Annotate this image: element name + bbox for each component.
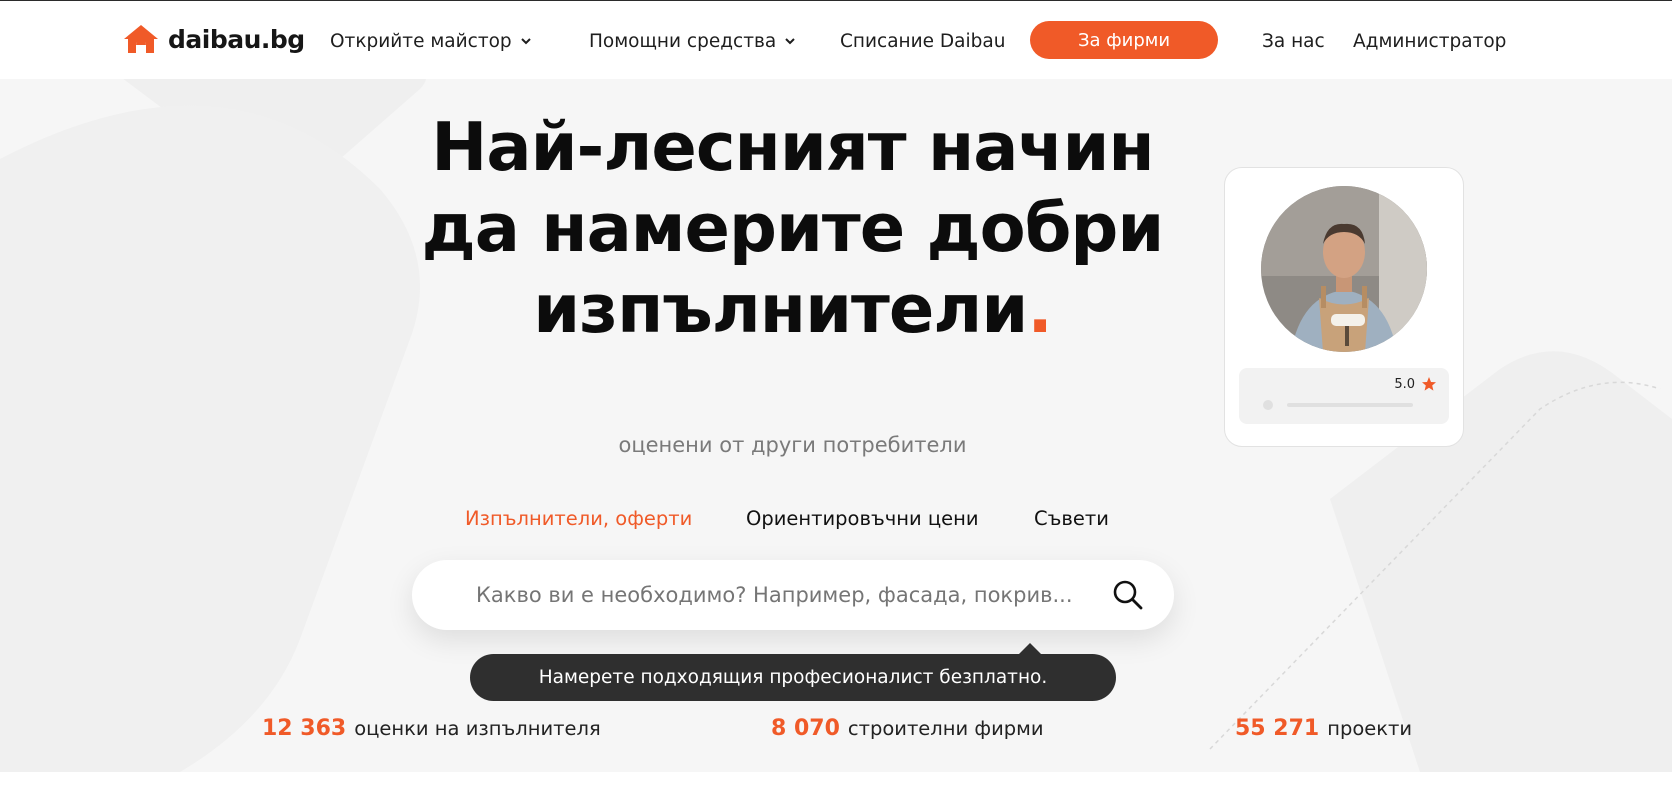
tab-estimated-prices[interactable]: Ориентировъчни цени <box>746 507 979 530</box>
stat-projects-label: проекти <box>1327 717 1413 740</box>
headline-text: Най-лесният начин да намерите добри изпъ… <box>421 108 1165 348</box>
nav-find-master-label: Открийте майстор <box>330 30 512 52</box>
contractor-avatar <box>1261 186 1427 352</box>
chevron-down-icon <box>520 38 531 45</box>
star-icon <box>1422 377 1436 391</box>
for-firms-button[interactable]: За фирми <box>1030 21 1218 59</box>
tab-tips[interactable]: Съвети <box>1034 507 1109 530</box>
stat-firms-label: строителни фирми <box>847 717 1044 740</box>
rating-placeholder-dot <box>1263 400 1273 410</box>
search-tooltip: Намерете подходящия професионалист безпл… <box>470 643 1116 701</box>
house-logo-icon <box>124 25 158 53</box>
stat-firms: 8 070 строителни фирми <box>771 716 1044 741</box>
nav-aids[interactable]: Помощни средства <box>589 25 796 57</box>
search-input-wrapper <box>476 578 1072 612</box>
site-header: daibau.bg Открийте майстор Помощни средс… <box>0 1 1672 79</box>
search-icon[interactable] <box>1112 579 1144 611</box>
hero-headline: Най-лесният начин да намерите добри изпъ… <box>380 107 1205 350</box>
stat-projects-value: 55 271 <box>1235 716 1320 741</box>
stat-projects: 55 271 проекти <box>1235 716 1412 741</box>
stats-bar: 12 363 оценки на изпълнителя 8 070 строи… <box>0 716 1672 750</box>
rating-value: 5.0 <box>1394 377 1415 392</box>
nav-magazine[interactable]: Списание Daibau <box>840 25 1005 57</box>
nav-find-master[interactable]: Открийте майстор <box>330 25 532 57</box>
headline-dot: . <box>1027 270 1052 348</box>
search-input[interactable] <box>476 578 1072 612</box>
search-tabs: Изпълнители, оферти Ориентировъчни цени … <box>0 507 1672 537</box>
chevron-down-icon <box>785 38 795 45</box>
hero-subtitle: оценени от други потребители <box>618 433 967 457</box>
rating-box: 5.0 <box>1239 368 1449 424</box>
search-box <box>412 560 1174 630</box>
nav-aids-label: Помощни средства <box>589 30 777 52</box>
hero-section: Най-лесният начин да намерите добри изпъ… <box>0 79 1672 772</box>
stat-ratings-label: оценки на изпълнителя <box>354 717 601 740</box>
contractor-card: 5.0 <box>1224 167 1464 447</box>
stat-firms-value: 8 070 <box>771 716 840 741</box>
stat-ratings: 12 363 оценки на изпълнителя <box>262 716 601 741</box>
nav-about[interactable]: За нас <box>1262 25 1325 57</box>
logo-link[interactable]: daibau.bg <box>122 21 305 57</box>
nav-admin[interactable]: Администратор <box>1353 25 1506 57</box>
rating-placeholder-bar <box>1287 403 1413 407</box>
stat-ratings-value: 12 363 <box>262 716 347 741</box>
tab-contractors-offers[interactable]: Изпълнители, оферти <box>465 507 692 530</box>
logo-text: daibau.bg <box>168 24 305 54</box>
painter-illustration <box>1261 186 1427 352</box>
